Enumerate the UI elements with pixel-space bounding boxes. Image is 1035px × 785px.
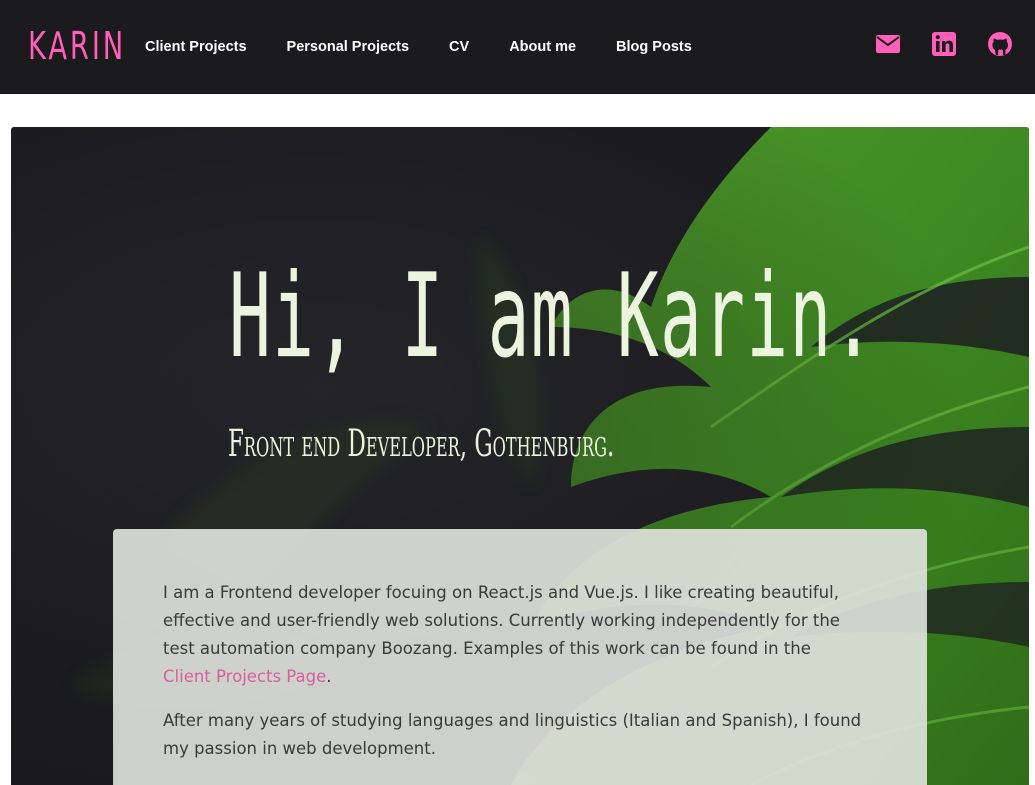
intro-card: I am a Frontend developer focuing on Rea… — [113, 529, 927, 785]
hero-section: Hi, I am Karin. Front end Developer, Got… — [11, 127, 1029, 785]
social-icons — [845, 31, 1013, 57]
top-navbar: KARIN Client Projects Personal Projects … — [0, 0, 1035, 94]
intro-text-before-link: I am a Frontend developer focuing on Rea… — [163, 583, 840, 658]
nav-link-about-me[interactable]: About me — [509, 39, 576, 55]
intro-paragraph-1: I am a Frontend developer focuing on Rea… — [163, 579, 863, 691]
github-icon[interactable] — [987, 31, 1013, 57]
hero-title: Hi, I am Karin. — [229, 249, 876, 384]
linkedin-icon[interactable] — [931, 31, 957, 57]
nav-link-cv[interactable]: CV — [449, 39, 469, 55]
client-projects-page-link[interactable]: Client Projects Page — [163, 667, 326, 686]
nav-link-client-projects[interactable]: Client Projects — [145, 39, 247, 55]
envelope-icon[interactable] — [875, 31, 901, 57]
hero-subtitle: Front end Developer, Gothenburg. — [228, 422, 615, 465]
nav-link-personal-projects[interactable]: Personal Projects — [287, 39, 410, 55]
nav-links: Client Projects Personal Projects CV Abo… — [145, 0, 732, 94]
intro-text-after-link: . — [326, 667, 332, 686]
nav-link-blog-posts[interactable]: Blog Posts — [616, 39, 692, 55]
brand-logo[interactable]: KARIN — [28, 22, 126, 70]
intro-paragraph-2: After many years of studying languages a… — [163, 711, 862, 758]
